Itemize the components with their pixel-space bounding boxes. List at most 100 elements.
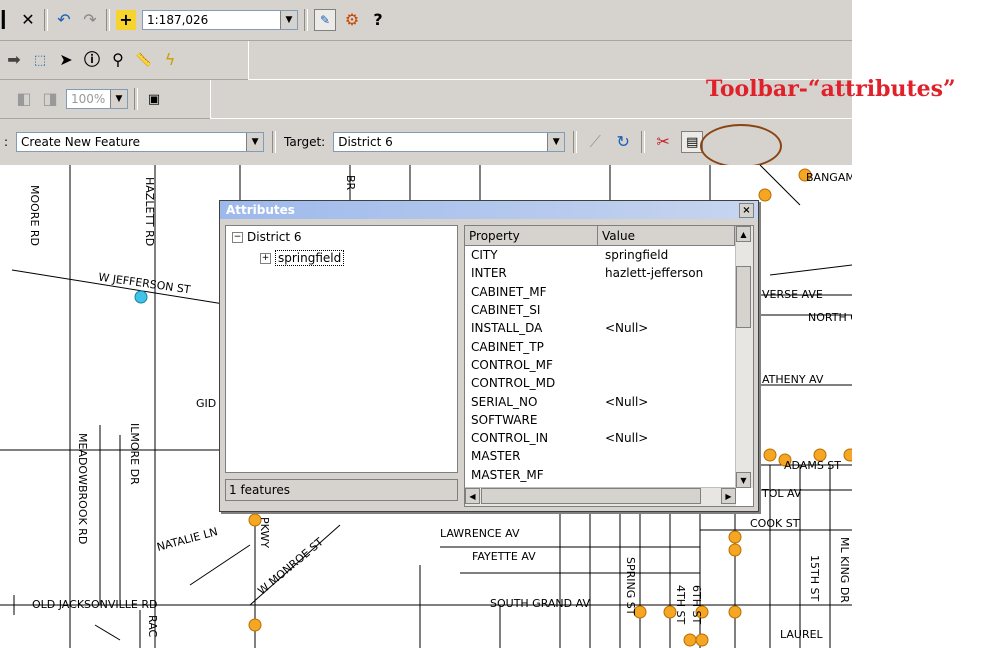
standard-toolbar: ▎ ✕ ↶ ↷ + 1:187,026 ▼ ✎ ⚙ ? (0, 0, 852, 41)
property-cell: CITY (471, 248, 498, 263)
map-label: 15TH ST (808, 555, 821, 602)
select-elements-icon[interactable]: ➤ (56, 50, 76, 70)
scroll-thumb[interactable] (736, 266, 751, 328)
scroll-left-icon[interactable]: ◀ (465, 488, 480, 504)
property-grid[interactable]: Property Value CITY springfield INTER hazle… (464, 225, 754, 507)
separator (573, 131, 578, 153)
task-value: Create New Feature (21, 135, 141, 149)
chevron-down-icon[interactable]: ▼ (547, 133, 565, 151)
table-row[interactable]: MASTER_MF (465, 466, 753, 484)
table-row[interactable]: INSTALL_DA <Null> (465, 319, 753, 337)
property-cell: MASTER_MF (471, 467, 544, 482)
grid-rows: CITY springfield INTER hazlett-jefferson CAB… (465, 246, 753, 484)
value-cell[interactable]: hazlett-jefferson (605, 266, 753, 280)
vertical-scrollbar[interactable]: ▲ ▼ (735, 226, 753, 488)
collapse-icon[interactable]: − (232, 231, 243, 243)
separator (304, 9, 308, 31)
map-label: LAUREL (780, 628, 823, 641)
separator (44, 9, 48, 31)
tools-toolbar: ➡ ⬚ ➤ ⓘ ⚲ 📏 ϟ (0, 41, 248, 80)
map-label: OLD JACKSONVILLE RD (32, 598, 158, 611)
select-features-icon[interactable]: ⬚ (30, 50, 50, 70)
scroll-up-icon[interactable]: ▲ (736, 226, 751, 242)
property-cell: CABINET_MF (471, 284, 547, 299)
sketch-tool-icon[interactable]: ⟋ (585, 132, 605, 152)
layout-toolbar: ◧ ◨ 100% ▼ ▣ (0, 80, 210, 119)
zoom-out-fixed-icon[interactable]: ◨ (40, 89, 60, 109)
value-cell[interactable]: <Null> (605, 321, 753, 335)
table-row[interactable]: CABINET_TP (465, 337, 753, 355)
add-data-icon[interactable]: + (116, 10, 136, 30)
scroll-thumb[interactable] (481, 488, 701, 504)
column-header-value[interactable]: Value (598, 226, 735, 245)
chevron-down-icon[interactable]: ▼ (280, 11, 297, 29)
table-row[interactable]: CITY springfield (465, 246, 753, 264)
property-cell: INTER (471, 266, 507, 281)
split-icon[interactable]: ✂ (653, 132, 673, 152)
property-cell: MASTER (471, 449, 521, 464)
measure-icon[interactable]: 📏 (134, 50, 154, 70)
close-icon[interactable]: × (739, 203, 754, 218)
undo-icon[interactable]: ↶ (54, 10, 74, 30)
forward-extent-icon[interactable]: ➡ (4, 50, 24, 70)
attributes-titlebar[interactable]: Attributes × (220, 201, 758, 219)
property-cell: CONTROL_MD (471, 376, 556, 391)
map-label: LAWRENCE AV (440, 527, 520, 540)
feature-count: 1 features (225, 479, 458, 501)
map-label: MEADOWBROOK RD (76, 433, 89, 545)
column-header-property[interactable]: Property (465, 226, 598, 245)
expand-icon[interactable]: + (260, 252, 271, 264)
table-row[interactable]: CONTROL_MF (465, 356, 753, 374)
map-label: ILMORE DR (128, 423, 141, 485)
editor-toolbar-icon[interactable]: ✎ (314, 9, 336, 31)
annotation-label: Toolbar-“attributes” (706, 76, 956, 102)
task-combo[interactable]: Create New Feature ▼ (16, 132, 265, 152)
table-row[interactable]: MASTER (465, 447, 753, 465)
map-label: SPRING ST (624, 557, 637, 616)
separator (272, 131, 277, 153)
find-icon[interactable]: ⚲ (108, 50, 128, 70)
table-row[interactable]: SOFTWARE (465, 411, 753, 429)
table-row[interactable]: INTER hazlett-jefferson (465, 264, 753, 282)
chevron-down-icon[interactable]: ▼ (110, 90, 127, 108)
zoom-value: 100% (71, 92, 106, 106)
scroll-right-icon[interactable]: ▶ (721, 488, 736, 504)
target-combo[interactable]: District 6 ▼ (333, 132, 566, 152)
arctoolbox-icon[interactable]: ⚙ (342, 10, 362, 30)
value-cell[interactable]: <Null> (605, 395, 753, 409)
value-cell[interactable]: springfield (605, 248, 753, 262)
partial-icon[interactable]: ▎ (2, 10, 14, 30)
value-cell[interactable]: <Null> (605, 431, 753, 445)
attributes-window[interactable]: Attributes × − District 6 + springfield … (219, 200, 759, 512)
layout-icon[interactable]: ▣ (144, 89, 164, 109)
map-label: SOUTH GRAND AV (490, 597, 590, 610)
rotate-tool-icon[interactable]: ↻ (613, 132, 633, 152)
whats-this-icon[interactable]: ? (368, 10, 388, 30)
separator (134, 88, 138, 110)
scroll-down-icon[interactable]: ▼ (736, 472, 751, 488)
zoom-combo[interactable]: 100% ▼ (66, 89, 128, 109)
table-row[interactable]: CONTROL_MD (465, 374, 753, 392)
hyperlink-icon[interactable]: ϟ (160, 50, 180, 70)
identify-icon[interactable]: ⓘ (82, 50, 102, 70)
map-label: COOK ST (750, 517, 800, 530)
horizontal-scrollbar[interactable]: ◀ ▶ (465, 487, 736, 506)
redo-icon[interactable]: ↷ (80, 10, 100, 30)
map-scale-combo[interactable]: 1:187,026 ▼ (142, 10, 298, 30)
table-row[interactable]: CABINET_MF (465, 283, 753, 301)
property-cell: CONTROL_MF (471, 357, 553, 372)
target-label: Target: (284, 135, 326, 149)
map-label: 6TH ST (690, 585, 703, 625)
zoom-in-fixed-icon[interactable]: ◧ (14, 89, 34, 109)
table-row[interactable]: CABINET_SI (465, 301, 753, 319)
map-label: TOL AV (762, 487, 802, 500)
tree-item-root[interactable]: − District 6 (232, 230, 302, 244)
feature-tree[interactable]: − District 6 + springfield (225, 225, 458, 473)
tree-item-child[interactable]: + springfield (260, 250, 345, 266)
table-row[interactable]: SERIAL_NO <Null> (465, 392, 753, 410)
map-label: HAZLETT RD (143, 177, 156, 247)
chevron-down-icon[interactable]: ▼ (246, 133, 264, 151)
table-row[interactable]: CONTROL_IN <Null> (465, 429, 753, 447)
delete-icon[interactable]: ✕ (18, 10, 38, 30)
property-cell: CABINET_TP (471, 339, 544, 354)
